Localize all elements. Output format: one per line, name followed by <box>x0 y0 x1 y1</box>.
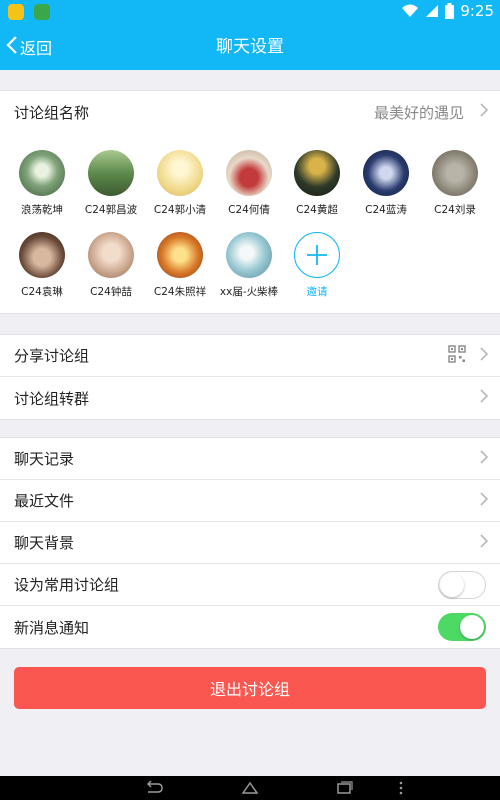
member-name: C24朱照祥 <box>153 286 207 298</box>
wifi-icon <box>401 4 419 18</box>
title-bar: 返回 聊天设置 <box>0 24 500 70</box>
share-group-row[interactable]: 分享讨论组 <box>0 335 500 377</box>
chat-history-label: 聊天记录 <box>14 450 75 468</box>
chevron-right-icon <box>480 389 489 407</box>
avatar <box>226 150 272 196</box>
share-section: 分享讨论组 讨论组转群 <box>0 334 500 420</box>
member-item[interactable]: 浪荡乾坤 <box>7 150 77 217</box>
avatar <box>88 232 134 278</box>
member-item[interactable]: C24何倩 <box>214 150 284 217</box>
convert-to-group-label: 讨论组转群 <box>14 389 90 408</box>
favorite-group-toggle[interactable] <box>438 570 486 599</box>
app-notification-icon <box>8 4 24 20</box>
member-name: C24何倩 <box>228 204 270 216</box>
group-name-label: 讨论组名称 <box>14 103 90 122</box>
menu-nav-icon[interactable] <box>398 780 404 800</box>
chevron-right-icon <box>480 103 489 121</box>
qr-code-icon <box>448 344 466 367</box>
member-name: xx届-火柴棒 <box>219 286 279 298</box>
avatar <box>19 150 65 196</box>
plus-icon <box>294 232 340 278</box>
member-name: C24钟喆 <box>90 286 132 298</box>
exit-group-button[interactable]: 退出讨论组 <box>14 667 486 709</box>
notification-toggle[interactable] <box>438 613 486 641</box>
chat-background-row[interactable]: 聊天背景 <box>0 522 500 564</box>
status-bar: 9:25 <box>0 0 500 24</box>
avatar <box>226 232 272 278</box>
favorite-group-label: 设为常用讨论组 <box>14 576 120 594</box>
member-item[interactable]: C24钟喆 <box>76 232 146 299</box>
avatar <box>294 150 340 196</box>
signal-icon <box>425 4 439 18</box>
toggle-knob <box>460 615 484 639</box>
status-time: 9:25 <box>460 2 494 20</box>
group-name-value: 最美好的遇见 <box>373 103 464 122</box>
page-title: 聊天设置 <box>216 37 284 57</box>
favorite-group-row: 设为常用讨论组 <box>0 564 500 606</box>
group-name-row[interactable]: 讨论组名称 最美好的遇见 <box>0 91 500 133</box>
avatar <box>19 232 65 278</box>
invite-button[interactable]: 邀请 <box>282 232 352 299</box>
chevron-right-icon <box>480 346 489 365</box>
member-name: C24黄超 <box>296 204 338 216</box>
member-item[interactable]: C24朱照祥 <box>145 232 215 299</box>
member-item[interactable]: C24刘录 <box>420 150 490 217</box>
avatar <box>157 150 203 196</box>
recent-files-label: 最近文件 <box>14 492 75 510</box>
member-name: C24蓝涛 <box>365 204 407 216</box>
settings-section: 聊天记录 最近文件 聊天背景 设为常用讨论组 新消息通知 <box>0 437 500 649</box>
avatar <box>157 232 203 278</box>
member-name: 浪荡乾坤 <box>21 204 63 216</box>
group-name-section: 讨论组名称 最美好的遇见 <box>0 90 500 134</box>
members-grid: 浪荡乾坤 C24郭昌波 C24郭小清 C24何倩 C24黄超 C24蓝涛 C24… <box>0 132 500 314</box>
member-item[interactable]: C24郭昌波 <box>76 150 146 217</box>
convert-to-group-row[interactable]: 讨论组转群 <box>0 377 500 419</box>
member-item[interactable]: C24郭小清 <box>145 150 215 217</box>
chevron-left-icon <box>6 35 18 59</box>
member-item[interactable]: C24蓝涛 <box>351 150 421 217</box>
chat-history-row[interactable]: 聊天记录 <box>0 438 500 480</box>
chat-background-label: 聊天背景 <box>14 534 75 552</box>
member-item[interactable]: xx届-火柴棒 <box>214 232 284 299</box>
member-item[interactable]: C24黄超 <box>282 150 352 217</box>
home-nav-icon[interactable] <box>240 780 260 800</box>
share-group-label: 分享讨论组 <box>14 347 90 365</box>
avatar <box>432 150 478 196</box>
app-notification-icon-2 <box>34 4 50 20</box>
member-name: C24刘录 <box>434 204 476 216</box>
member-name: C24郭小清 <box>153 204 207 216</box>
chevron-right-icon <box>480 449 489 468</box>
invite-label: 邀请 <box>306 286 328 298</box>
battery-icon <box>445 3 455 19</box>
recent-apps-nav-icon[interactable] <box>334 780 354 800</box>
avatar <box>88 150 134 196</box>
chevron-right-icon <box>480 533 489 552</box>
chevron-right-icon <box>480 491 489 510</box>
recent-files-row[interactable]: 最近文件 <box>0 480 500 522</box>
member-name: C24袁琳 <box>21 286 63 298</box>
notification-label: 新消息通知 <box>14 618 90 637</box>
member-item[interactable]: C24袁琳 <box>7 232 77 299</box>
back-button[interactable]: 返回 <box>6 24 52 70</box>
member-name: C24郭昌波 <box>84 204 138 216</box>
back-nav-icon[interactable] <box>144 780 164 800</box>
toggle-knob <box>440 572 464 597</box>
back-label: 返回 <box>20 39 53 58</box>
system-nav-bar <box>0 776 500 800</box>
notification-row: 新消息通知 <box>0 606 500 648</box>
avatar <box>363 150 409 196</box>
